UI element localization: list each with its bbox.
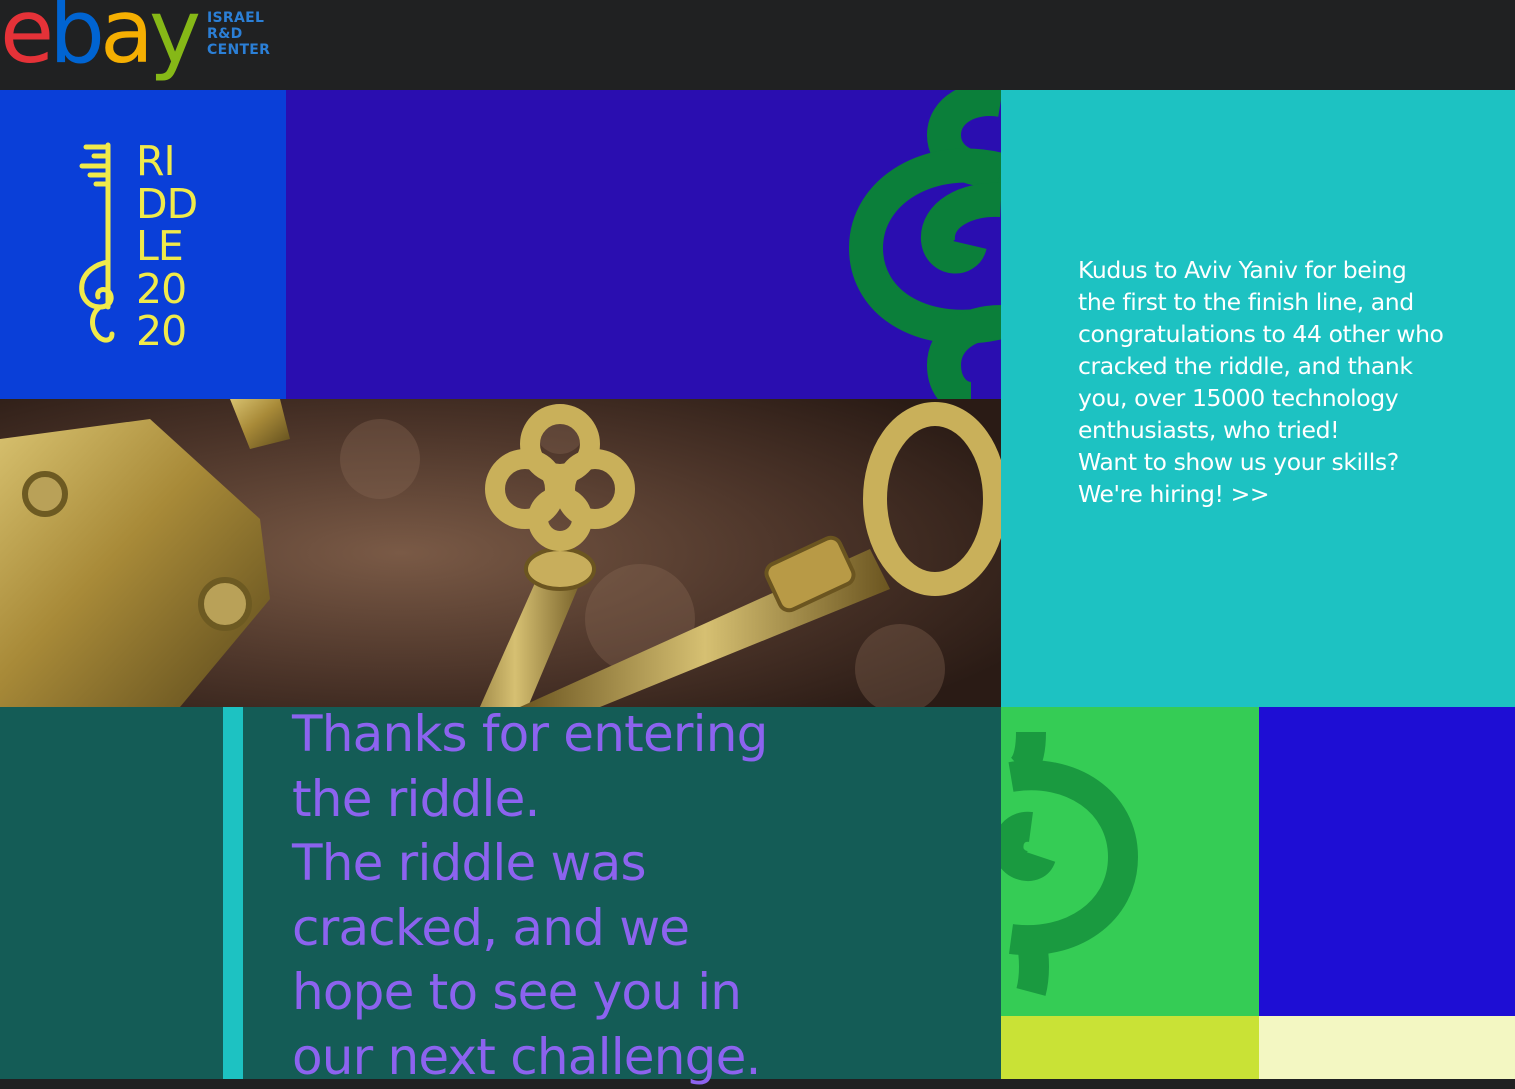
accent-bar (223, 707, 243, 1079)
thanks-text: Thanks for entering the riddle. The ridd… (292, 702, 812, 1089)
wordmark-line: 20 (136, 307, 187, 355)
thanks-line-2: The riddle was cracked, and we hope to s… (292, 834, 761, 1086)
ebay-logo-letter-b: b (49, 0, 105, 83)
wordmark-line: 20 (136, 264, 187, 313)
skills-prompt: Want to show us your skills? (1078, 448, 1399, 476)
key-icon (79, 142, 115, 343)
congrats-message: Kudus to Aviv Yaniv for being the first … (1078, 256, 1444, 444)
wordmark-line: RI (136, 137, 176, 185)
keys-photo-art (0, 399, 1001, 707)
israel-rd-center-tag: ISRAEL R&D CENTER (207, 10, 270, 58)
top-header: ebay ISRAEL R&D CENTER (0, 0, 1515, 90)
blue-block (1259, 707, 1515, 1016)
green-scroll-ornament-2 (1001, 731, 1139, 996)
antique-keys-photo (0, 399, 1001, 707)
cream-block (1259, 1016, 1515, 1079)
tag-line: ISRAEL (207, 10, 265, 26)
tag-line: CENTER (207, 42, 271, 58)
ebay-logo-letter-e: e (0, 0, 54, 83)
green-ornament-block (1001, 707, 1259, 1016)
wordmark-line: DD (136, 179, 198, 228)
purple-ornament-block (286, 90, 1001, 399)
ebay-logo-letter-a: a (100, 0, 154, 83)
lime-block (1001, 1016, 1259, 1079)
hiring-link[interactable]: We're hiring! >> (1078, 480, 1270, 508)
thanks-line-1: Thanks for entering the riddle. (292, 705, 768, 828)
ebay-logo-letter-y: y (148, 0, 201, 83)
tag-line: R&D (207, 26, 243, 42)
wordmark-line: LE (136, 222, 184, 270)
congrats-text: Kudus to Aviv Yaniv for being the first … (1078, 254, 1448, 510)
green-scroll-ornament (848, 90, 1001, 399)
ebay-logo[interactable]: ebay (0, 0, 201, 83)
riddle-2020-wordmark: RI DD LE 20 20 (136, 137, 198, 355)
